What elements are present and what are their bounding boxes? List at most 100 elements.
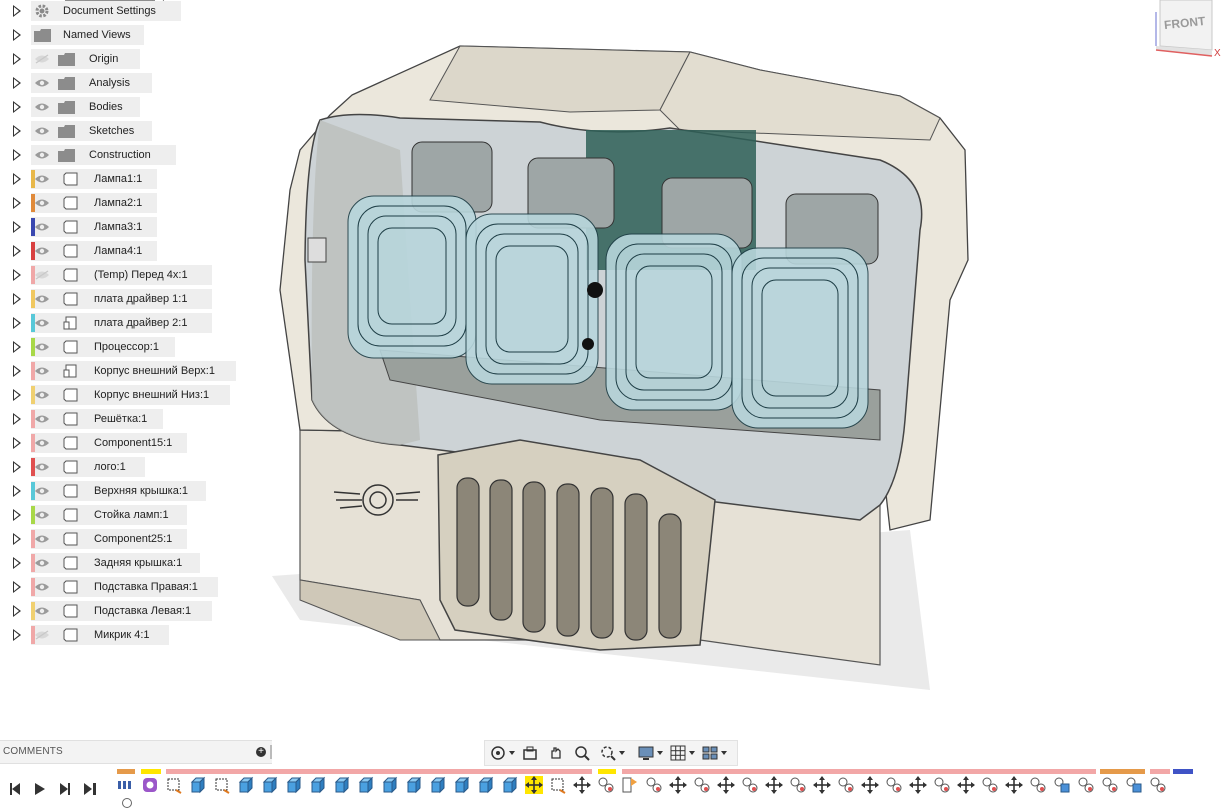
step-back-icon[interactable] xyxy=(8,782,24,796)
visibility-icon[interactable] xyxy=(34,174,50,184)
expand-arrow-icon[interactable] xyxy=(13,581,21,593)
extrude-feature-icon[interactable] xyxy=(237,776,255,794)
joint-feature-icon[interactable] xyxy=(741,776,759,794)
joint-feature-icon[interactable] xyxy=(645,776,663,794)
move-feature-icon[interactable] xyxy=(717,776,735,794)
expand-arrow-icon[interactable] xyxy=(13,125,21,137)
visibility-icon[interactable] xyxy=(34,582,50,592)
expand-arrow-icon[interactable] xyxy=(13,245,21,257)
extrude-feature-icon[interactable] xyxy=(405,776,423,794)
sketch-feature-icon[interactable] xyxy=(549,776,567,794)
joint-feature-icon[interactable] xyxy=(885,776,903,794)
extrude-feature-icon[interactable] xyxy=(501,776,519,794)
extrude-feature-icon[interactable] xyxy=(285,776,303,794)
fit-icon[interactable] xyxy=(599,744,617,762)
play-icon[interactable] xyxy=(32,782,48,796)
chevron-down-icon[interactable] xyxy=(657,751,663,755)
expand-arrow-icon[interactable] xyxy=(13,149,21,161)
extrude-feature-icon[interactable] xyxy=(381,776,399,794)
visibility-off-icon[interactable] xyxy=(34,630,50,640)
visibility-icon[interactable] xyxy=(34,222,50,232)
visibility-icon[interactable] xyxy=(34,558,50,568)
move-feature-icon[interactable] xyxy=(861,776,879,794)
visibility-icon[interactable] xyxy=(34,318,50,328)
component-feature-icon[interactable] xyxy=(141,776,159,794)
visibility-icon[interactable] xyxy=(34,438,50,448)
visibility-icon[interactable] xyxy=(34,414,50,424)
go-to-end-icon[interactable] xyxy=(82,782,98,796)
joint-feature-icon[interactable] xyxy=(789,776,807,794)
visibility-icon[interactable] xyxy=(34,150,50,160)
visibility-icon[interactable] xyxy=(34,390,50,400)
move-feature-icon[interactable] xyxy=(957,776,975,794)
chevron-down-icon[interactable] xyxy=(619,751,625,755)
expand-arrow-icon[interactable] xyxy=(13,533,21,545)
move-feature-icon[interactable] xyxy=(525,776,543,794)
joint-feature-icon[interactable] xyxy=(1101,776,1119,794)
move-feature-icon[interactable] xyxy=(909,776,927,794)
orbit-icon[interactable] xyxy=(489,744,507,762)
expand-arrow-icon[interactable] xyxy=(13,437,21,449)
visibility-icon[interactable] xyxy=(34,198,50,208)
display-settings-icon[interactable] xyxy=(637,744,655,762)
extrude-feature-icon[interactable] xyxy=(309,776,327,794)
visibility-icon[interactable] xyxy=(34,462,50,472)
expand-arrow-icon[interactable] xyxy=(13,629,21,641)
step-forward-icon[interactable] xyxy=(56,782,72,796)
extrude-feature-icon[interactable] xyxy=(453,776,471,794)
extrude-feature-icon[interactable] xyxy=(477,776,495,794)
visibility-icon[interactable] xyxy=(34,246,50,256)
expand-arrow-icon[interactable] xyxy=(13,413,21,425)
timeline-list-icon[interactable] xyxy=(117,776,135,794)
chevron-down-icon[interactable] xyxy=(509,751,515,755)
visibility-icon[interactable] xyxy=(34,126,50,136)
joint-feature-icon[interactable] xyxy=(597,776,615,794)
expand-arrow-icon[interactable] xyxy=(13,509,21,521)
comments-panel[interactable]: COMMENTS + xyxy=(0,740,272,764)
move-feature-icon[interactable] xyxy=(813,776,831,794)
3d-viewport[interactable] xyxy=(250,30,980,710)
sketch-feature-icon[interactable] xyxy=(165,776,183,794)
expand-arrow-icon[interactable] xyxy=(13,221,21,233)
joint-feature-icon[interactable] xyxy=(1077,776,1095,794)
expand-arrow-icon[interactable] xyxy=(13,461,21,473)
visibility-icon[interactable] xyxy=(34,78,50,88)
extrude-feature-icon[interactable] xyxy=(429,776,447,794)
expand-arrow-icon[interactable] xyxy=(13,101,21,113)
rigid-group-feature-icon[interactable] xyxy=(1053,776,1071,794)
viewports-icon[interactable] xyxy=(701,744,719,762)
expand-arrow-icon[interactable] xyxy=(13,389,21,401)
expand-arrow-icon[interactable] xyxy=(13,485,21,497)
move-feature-icon[interactable] xyxy=(1005,776,1023,794)
expand-arrow-icon[interactable] xyxy=(13,293,21,305)
sketch-feature-icon[interactable] xyxy=(213,776,231,794)
pin-icon[interactable] xyxy=(270,745,272,759)
expand-arrow-icon[interactable] xyxy=(13,5,21,17)
expand-arrow-icon[interactable] xyxy=(13,557,21,569)
expand-arrow-icon[interactable] xyxy=(13,53,21,65)
plane-feature-icon[interactable] xyxy=(621,776,639,794)
move-feature-icon[interactable] xyxy=(573,776,591,794)
expand-arrow-icon[interactable] xyxy=(13,365,21,377)
joint-feature-icon[interactable] xyxy=(981,776,999,794)
visibility-icon[interactable] xyxy=(34,606,50,616)
move-feature-icon[interactable] xyxy=(765,776,783,794)
joint-feature-icon[interactable] xyxy=(1029,776,1047,794)
extrude-feature-icon[interactable] xyxy=(261,776,279,794)
visibility-icon[interactable] xyxy=(34,342,50,352)
browser-item[interactable]: Document Settings xyxy=(0,1,300,21)
joint-feature-icon[interactable] xyxy=(933,776,951,794)
add-comment-icon[interactable]: + xyxy=(256,747,266,757)
expand-arrow-icon[interactable] xyxy=(13,317,21,329)
visibility-icon[interactable] xyxy=(34,534,50,544)
visibility-icon[interactable] xyxy=(34,510,50,520)
joint-feature-icon[interactable] xyxy=(1149,776,1167,794)
expand-arrow-icon[interactable] xyxy=(13,341,21,353)
pan-icon[interactable] xyxy=(547,744,565,762)
expand-arrow-icon[interactable] xyxy=(13,173,21,185)
visibility-off-icon[interactable] xyxy=(34,270,50,280)
look-at-icon[interactable] xyxy=(521,744,539,762)
chevron-down-icon[interactable] xyxy=(689,751,695,755)
extrude-feature-icon[interactable] xyxy=(357,776,375,794)
expand-arrow-icon[interactable] xyxy=(13,197,21,209)
